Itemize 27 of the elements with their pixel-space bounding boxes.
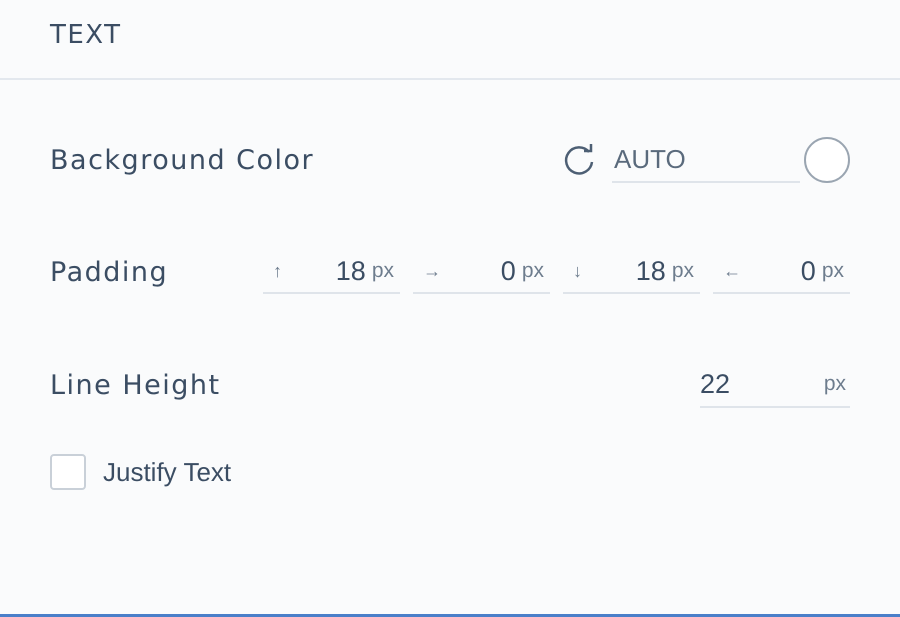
unit-label: px — [522, 259, 544, 283]
field-label: Padding — [50, 256, 170, 288]
padding-field[interactable]: ↓ 18 px — [563, 250, 700, 294]
section-title: TEXT — [50, 20, 122, 50]
padding-field[interactable]: → 0 px — [413, 250, 550, 294]
arrow-icon: ↑ — [273, 260, 295, 282]
line-height-field[interactable]: 22 px — [700, 362, 850, 408]
padding-field[interactable]: ← 0 px — [713, 250, 850, 294]
arrow-icon: → — [423, 260, 445, 282]
unit-label: px — [822, 259, 844, 283]
padding-value: 0 — [800, 256, 817, 286]
arrow-icon: ← — [723, 260, 745, 282]
unit-label: px — [372, 259, 394, 283]
padding-value: 18 — [634, 256, 667, 286]
unit-label: px — [672, 259, 694, 283]
field-label: Line Height — [50, 370, 222, 400]
color-swatch[interactable] — [804, 137, 850, 183]
padding-value: 0 — [500, 256, 517, 286]
padding-value: 18 — [334, 256, 367, 286]
arrow-icon: ↓ — [573, 260, 595, 282]
field-label: Background Color — [50, 144, 316, 176]
color-field[interactable]: AUTO — [612, 137, 800, 183]
checkbox-label: Justify Text — [103, 456, 232, 488]
unit-label: px — [824, 372, 847, 396]
padding-field[interactable]: ↑ 18 px — [263, 250, 400, 294]
checkbox[interactable] — [50, 454, 86, 490]
line-height-value: 22 — [700, 368, 732, 400]
